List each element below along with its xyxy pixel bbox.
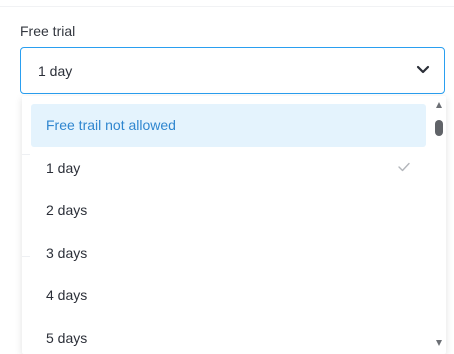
scroll-down-arrow[interactable] (436, 340, 442, 346)
divider (22, 256, 30, 257)
free-trial-label: Free trial (20, 23, 76, 39)
select-value: 1 day (38, 63, 73, 79)
dropdown-option[interactable]: 4 days (31, 274, 426, 317)
chevron-down-icon[interactable] (416, 65, 430, 75)
option-label: 5 days (46, 329, 88, 346)
option-label: 1 day (46, 159, 81, 176)
check-icon (398, 162, 410, 171)
option-label: 3 days (46, 244, 88, 261)
free-trial-select[interactable]: 1 day (20, 47, 445, 94)
scroll-thumb[interactable] (435, 120, 443, 136)
option-label: 2 days (46, 202, 88, 218)
dropdown-option[interactable]: Free trail not allowed (31, 104, 426, 147)
options-list: Free trail not allowed 1 day 2 days 3 days 4… (31, 104, 426, 354)
free-trial-form: Free trial 1 day Free trail not allowed 1… (0, 0, 454, 354)
divider (22, 154, 30, 155)
option-label: 4 days (46, 287, 88, 303)
top-divider (0, 0, 454, 7)
dropdown-option[interactable]: 2 days (31, 189, 426, 232)
option-label: Free trail not allowed (46, 117, 176, 133)
scroll-up-arrow[interactable] (436, 102, 442, 108)
dropdown-option[interactable]: 3 days (31, 232, 426, 275)
dropdown-menu: Free trail not allowed 1 day 2 days 3 days 4… (22, 96, 446, 354)
dropdown-option[interactable]: 5 days (31, 317, 426, 354)
dropdown-option[interactable]: 1 day (31, 147, 426, 190)
scrollbar[interactable] (432, 96, 446, 354)
